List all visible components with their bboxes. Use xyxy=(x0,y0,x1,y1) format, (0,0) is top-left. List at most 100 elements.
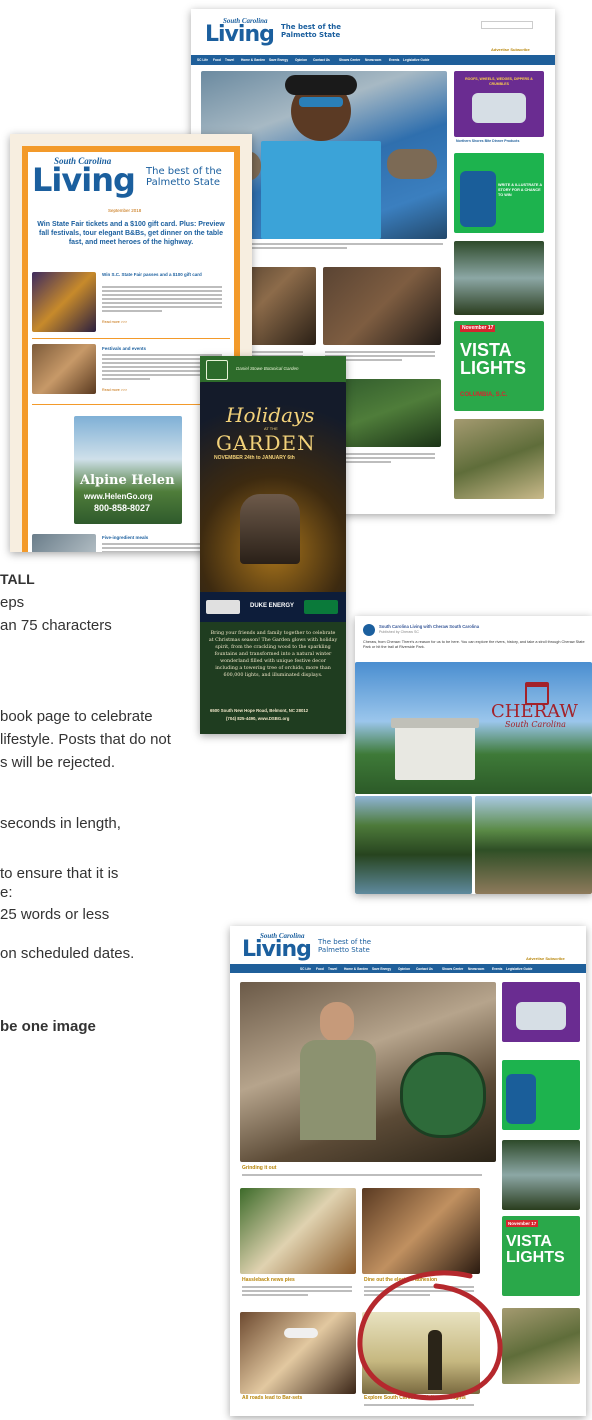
nav-item[interactable]: Events xyxy=(492,967,502,971)
fb-main-image[interactable]: CHERAW South Carolina xyxy=(355,662,592,794)
hero-wheel xyxy=(400,1052,486,1138)
nav-item[interactable]: Opinion xyxy=(295,58,307,62)
sidebar-ad-roofs[interactable] xyxy=(502,982,580,1042)
nav-item[interactable]: Travel xyxy=(328,967,337,971)
fb-page-name[interactable]: South Carolina Living with Cheraw South … xyxy=(379,624,479,629)
lights-title: LIGHTS xyxy=(460,358,526,378)
fb-building xyxy=(395,726,475,780)
holidays-garden-ad: Daniel Stowe Botanical Garden Holidays A… xyxy=(200,356,346,734)
sidebar-swing[interactable] xyxy=(502,1308,580,1384)
fb-building-roof xyxy=(391,718,479,728)
story-caption xyxy=(242,1286,352,1298)
story-title[interactable]: All roads lead to Bar-sets xyxy=(242,1396,302,1401)
nav-item[interactable]: Save Energy xyxy=(269,58,288,62)
sidebar-ad-write[interactable] xyxy=(502,1060,580,1130)
nav-item[interactable]: Shows Center xyxy=(339,58,360,62)
garden-family-figures xyxy=(240,494,300,564)
highlight-circle-stroke xyxy=(357,1270,503,1401)
alpine-helen-ad[interactable]: Alpine Helen www.HelenGo.org 800-858-802… xyxy=(74,416,182,524)
text-line: to ensure that it is xyxy=(0,865,119,882)
sidebar-stripe-text: Northern Shores Bite Dinner Products xyxy=(456,139,520,143)
alpine-title: Alpine Helen xyxy=(80,473,175,488)
nav-item[interactable]: Home & Garden xyxy=(241,58,265,62)
garden-dates: NOVEMBER 24th to JANUARY 6th xyxy=(214,455,295,461)
item2-thumb[interactable] xyxy=(32,344,96,394)
nav-item[interactable]: Shows Center xyxy=(442,967,463,971)
text-line: 25 words or less xyxy=(0,906,110,923)
sidebar-swing[interactable] xyxy=(454,419,544,499)
vista-city: COLUMBIA, S.C. xyxy=(460,392,508,398)
ad-child-image xyxy=(506,1074,536,1124)
hero-shirt xyxy=(261,141,381,239)
nav-item[interactable]: Food xyxy=(213,58,221,62)
nav-item[interactable]: SC Life xyxy=(300,967,311,971)
nav-item[interactable]: Newsroom xyxy=(365,58,381,62)
nav-item[interactable]: Newsroom xyxy=(468,967,484,971)
newsletter-date: September 2018 xyxy=(108,208,142,213)
logo-main-text: Living xyxy=(205,22,275,47)
garden-sponsor-strip: DUKE ENERGY xyxy=(200,592,346,622)
hero-image[interactable] xyxy=(240,982,496,1162)
tagline-line1: The best of the xyxy=(146,166,222,177)
ad-product-image xyxy=(472,93,526,123)
garden-org-name: Daniel Stowe Botanical Garden xyxy=(236,366,299,371)
story-thumb-store[interactable] xyxy=(240,1312,356,1394)
garden-ad-photo[interactable]: Holidays AT THE GARDEN NOVEMBER 24th to … xyxy=(200,382,346,592)
newsletter-tagline: The best of the Palmetto State xyxy=(146,166,222,188)
item1-read-more[interactable]: Read more >>> xyxy=(102,320,127,325)
story-title[interactable]: Hassleback news pies xyxy=(242,1278,295,1283)
fb-sc-script: South Carolina xyxy=(505,720,566,729)
sidebar-waterfall[interactable] xyxy=(502,1140,580,1210)
item2-title[interactable]: Festivals and events xyxy=(102,346,146,351)
nav-item[interactable]: Contact Us xyxy=(313,58,330,62)
item2-read-more[interactable]: Read more >>> xyxy=(102,388,127,393)
nav-item[interactable]: Legislative Guide xyxy=(403,58,429,62)
garden-ad-header: Daniel Stowe Botanical Garden xyxy=(200,356,346,382)
sidebar-ad-write[interactable]: WRITE & ILLUSTRATE A STORY FOR A CHANCE … xyxy=(454,153,544,233)
nav-item[interactable]: Opinion xyxy=(398,967,410,971)
item1-title[interactable]: Win S.C. State Fair passes and a $100 gi… xyxy=(102,272,224,277)
garden-body-text: Bring your friends and family together t… xyxy=(208,631,338,678)
highlight-circle-annotation xyxy=(357,1270,503,1401)
story-title[interactable]: Grinding it out xyxy=(242,1166,276,1171)
nav-item[interactable]: SC Life xyxy=(197,58,208,62)
nav-item[interactable]: Food xyxy=(316,967,324,971)
sidebar-ad-vista[interactable]: November 17 VISTA LIGHTS COLUMBIA, S.C. xyxy=(454,321,544,411)
fb-image-river[interactable] xyxy=(475,796,592,894)
story-thumb-dinner[interactable] xyxy=(362,1188,480,1274)
ad-roofs-text: ROOFS, WHEELS, WEDGES, DIPPERS & CRUMBLE… xyxy=(465,77,533,86)
sidebar-ad-vista[interactable]: November 17 VISTA LIGHTS xyxy=(502,1216,580,1296)
text-line: be one image xyxy=(0,1018,96,1035)
nav-item[interactable]: Contact Us xyxy=(416,967,433,971)
item3-thumb[interactable] xyxy=(32,534,96,552)
nav-item[interactable]: Events xyxy=(389,58,399,62)
vista-date: November 17 xyxy=(460,325,496,332)
nav-item[interactable]: Home & Garden xyxy=(344,967,368,971)
fb-post-text: Cheraw, from Cheraw: There's a reason fo… xyxy=(363,640,585,649)
tagline-line1: The best of the xyxy=(281,23,342,31)
header-search[interactable] xyxy=(481,21,533,29)
text-line: on scheduled dates. xyxy=(0,945,135,962)
fb-cheraw-logo: CHERAW xyxy=(491,701,578,722)
subscribe-link[interactable]: Advertise Subscribe xyxy=(491,47,530,52)
nav-item[interactable]: Legislative Guide xyxy=(506,967,532,971)
ad-write-text: WRITE & ILLUSTRATE A STORY FOR A CHANCE … xyxy=(498,183,542,197)
item1-thumb[interactable] xyxy=(32,272,96,332)
sidebar-ad-roofs[interactable]: ROOFS, WHEELS, WEDGES, DIPPERS & CRUMBLE… xyxy=(454,71,544,137)
fb-image-river-bridge[interactable] xyxy=(355,796,472,894)
item3-title[interactable]: Five-ingredient meals xyxy=(102,535,148,540)
tagline: The best of the Palmetto State xyxy=(281,23,341,39)
nav-item[interactable]: Travel xyxy=(225,58,234,62)
nav-item[interactable]: Save Energy xyxy=(372,967,391,971)
tagline-line1: The best of the xyxy=(318,938,372,946)
fb-cheraw-icon xyxy=(525,682,549,705)
tagline: The best of the Palmetto State xyxy=(318,938,371,954)
lights-title: LIGHTS xyxy=(506,1249,565,1266)
garden-logo-icon xyxy=(206,360,228,380)
fb-avatar[interactable] xyxy=(363,624,375,636)
story-thumb-food[interactable] xyxy=(240,1188,356,1274)
subscribe-link[interactable]: Advertise Subscribe xyxy=(526,956,565,961)
story-thumb-portrait[interactable] xyxy=(323,267,441,345)
hero-person-body xyxy=(300,1040,376,1140)
sidebar-waterfall[interactable] xyxy=(454,241,544,315)
